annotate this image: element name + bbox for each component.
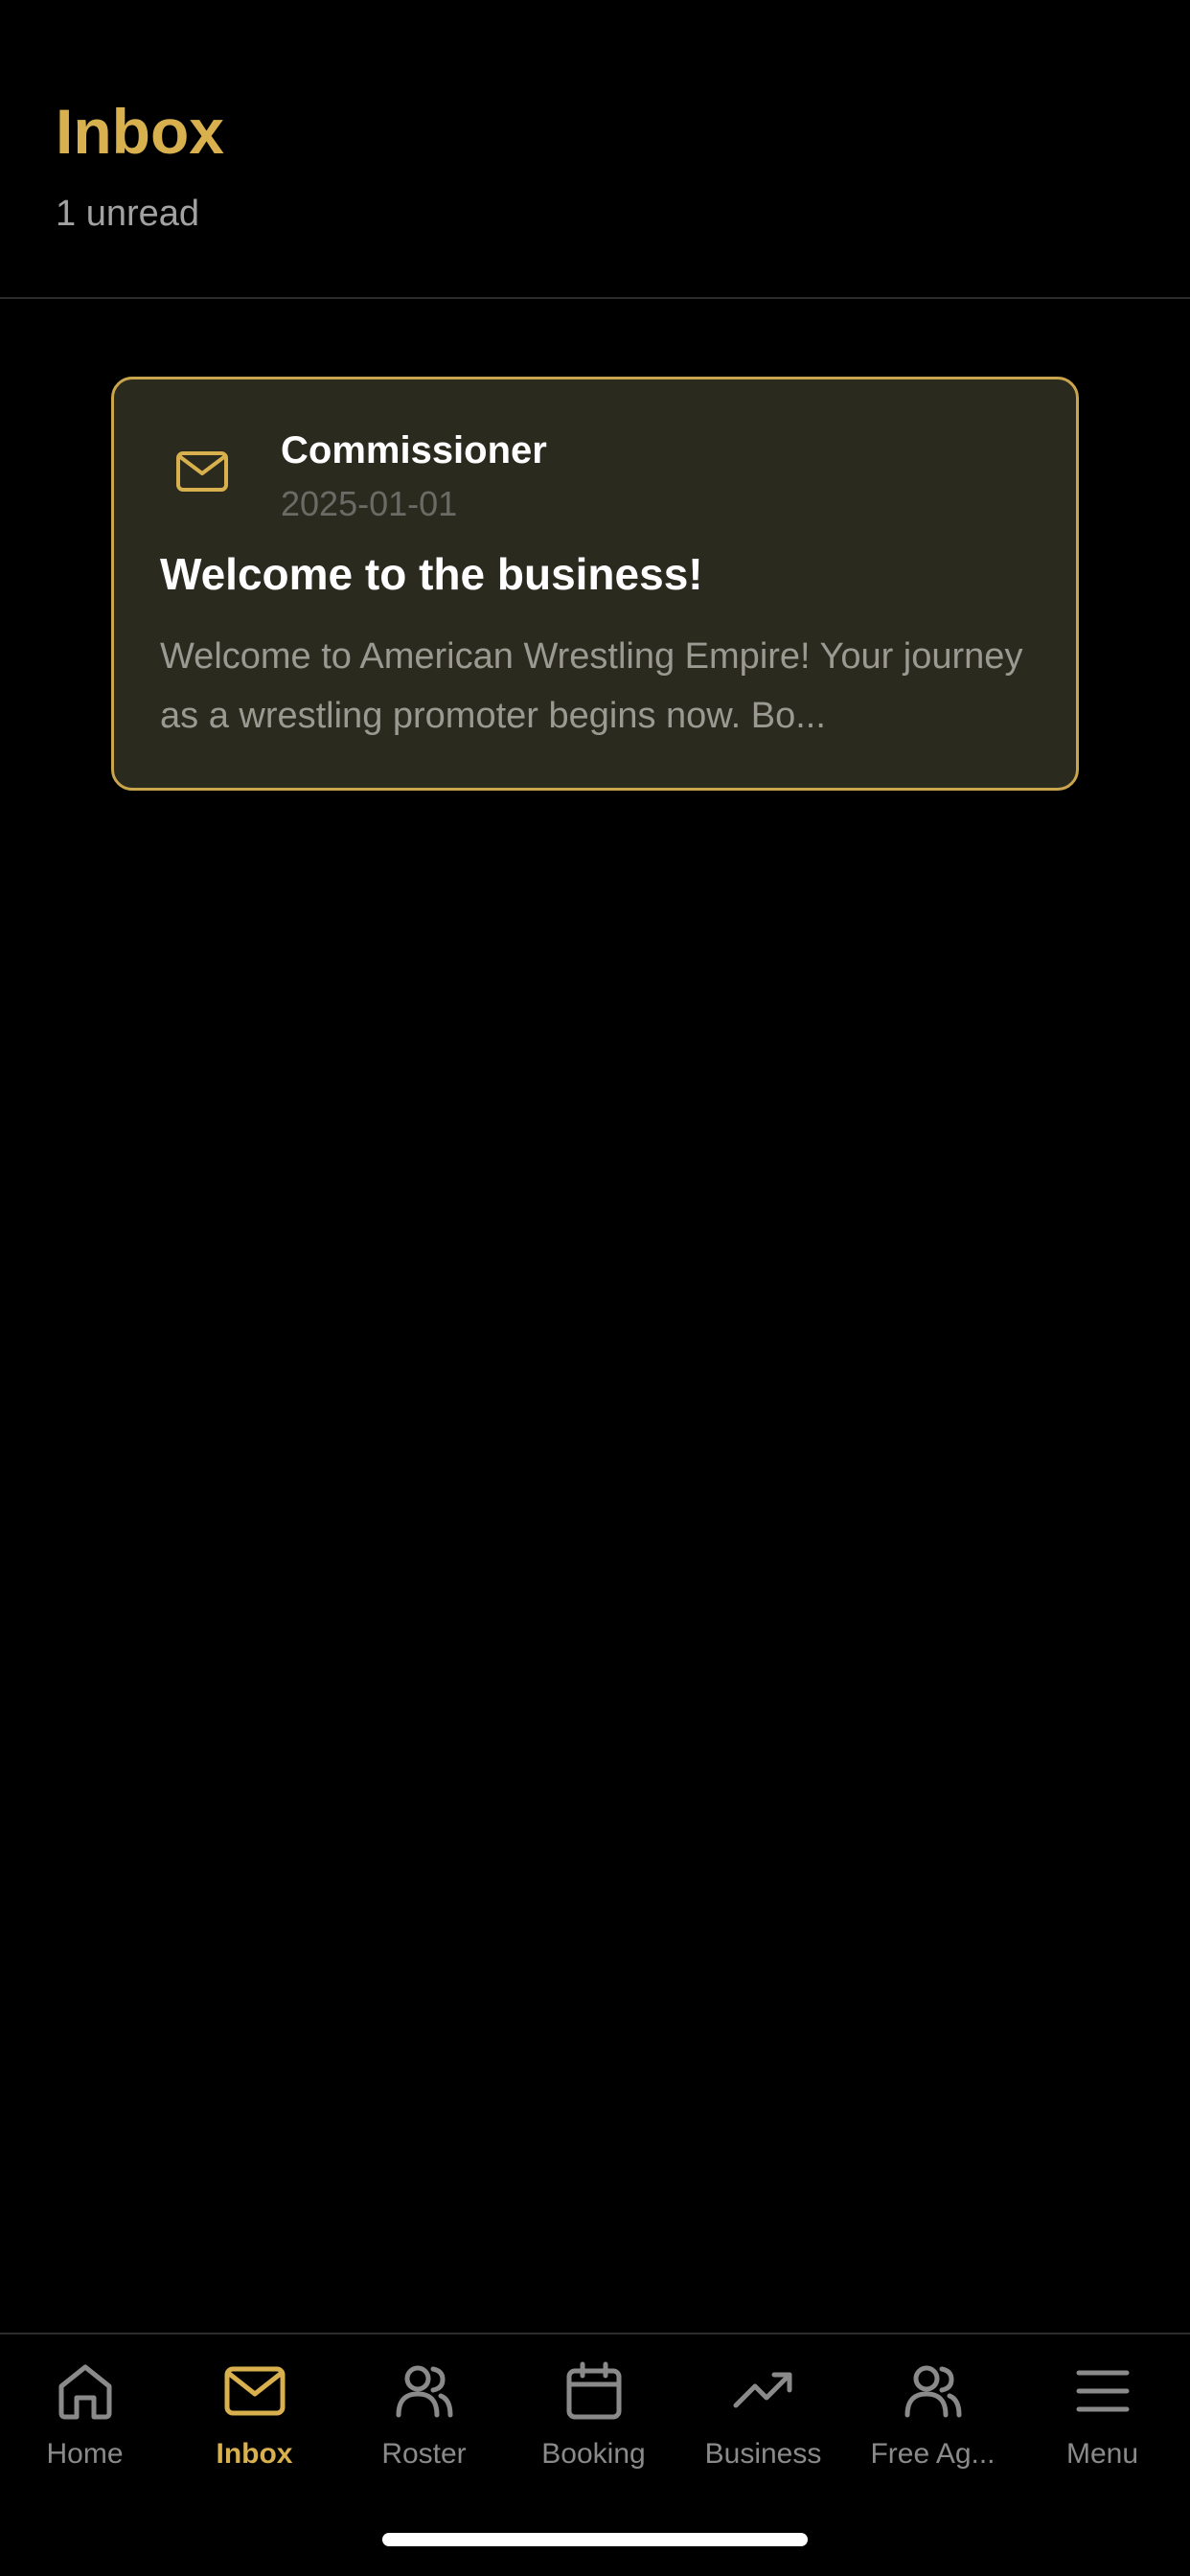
tab-roster-label: Roster: [381, 2438, 467, 2470]
tab-free-agents[interactable]: Free Ag...: [848, 2334, 1018, 2488]
tab-free-agents-label: Free Ag...: [870, 2438, 995, 2470]
tab-home-label: Home: [46, 2438, 124, 2470]
header: Inbox 1 unread: [0, 0, 1190, 299]
tab-menu[interactable]: Menu: [1018, 2334, 1187, 2488]
unread-count: 1 unread: [56, 194, 200, 234]
message-sender: Commissioner: [281, 429, 547, 472]
mail-icon: [176, 451, 228, 492]
tab-inbox-label: Inbox: [216, 2438, 293, 2470]
tab-menu-label: Menu: [1065, 2438, 1139, 2470]
calendar-icon: [566, 2361, 622, 2420]
tab-roster[interactable]: Roster: [339, 2334, 509, 2488]
home-icon: [58, 2364, 112, 2420]
inbox-screen: Inbox 1 unread Commissioner 2025-01-01 W…: [0, 0, 1190, 2576]
message-card[interactable]: Commissioner 2025-01-01 Welcome to the b…: [111, 377, 1079, 791]
users-icon: [904, 2365, 962, 2418]
page-title: Inbox: [56, 96, 224, 167]
message-date: 2025-01-01: [281, 484, 458, 523]
tab-booking-label: Booking: [541, 2438, 646, 2470]
trending-up-icon: [733, 2372, 792, 2408]
home-indicator: [382, 2533, 808, 2546]
message-preview: Welcome to American Wrestling Empire! Yo…: [160, 636, 1023, 736]
menu-icon: [1076, 2370, 1130, 2412]
mail-icon: [224, 2366, 286, 2416]
users-icon: [396, 2365, 453, 2418]
message-subject: Welcome to the business!: [160, 549, 703, 599]
tab-business[interactable]: Business: [678, 2334, 848, 2488]
tab-business-label: Business: [704, 2438, 822, 2470]
tab-inbox[interactable]: Inbox: [170, 2334, 339, 2488]
tab-home[interactable]: Home: [0, 2334, 170, 2488]
tab-booking[interactable]: Booking: [509, 2334, 678, 2488]
